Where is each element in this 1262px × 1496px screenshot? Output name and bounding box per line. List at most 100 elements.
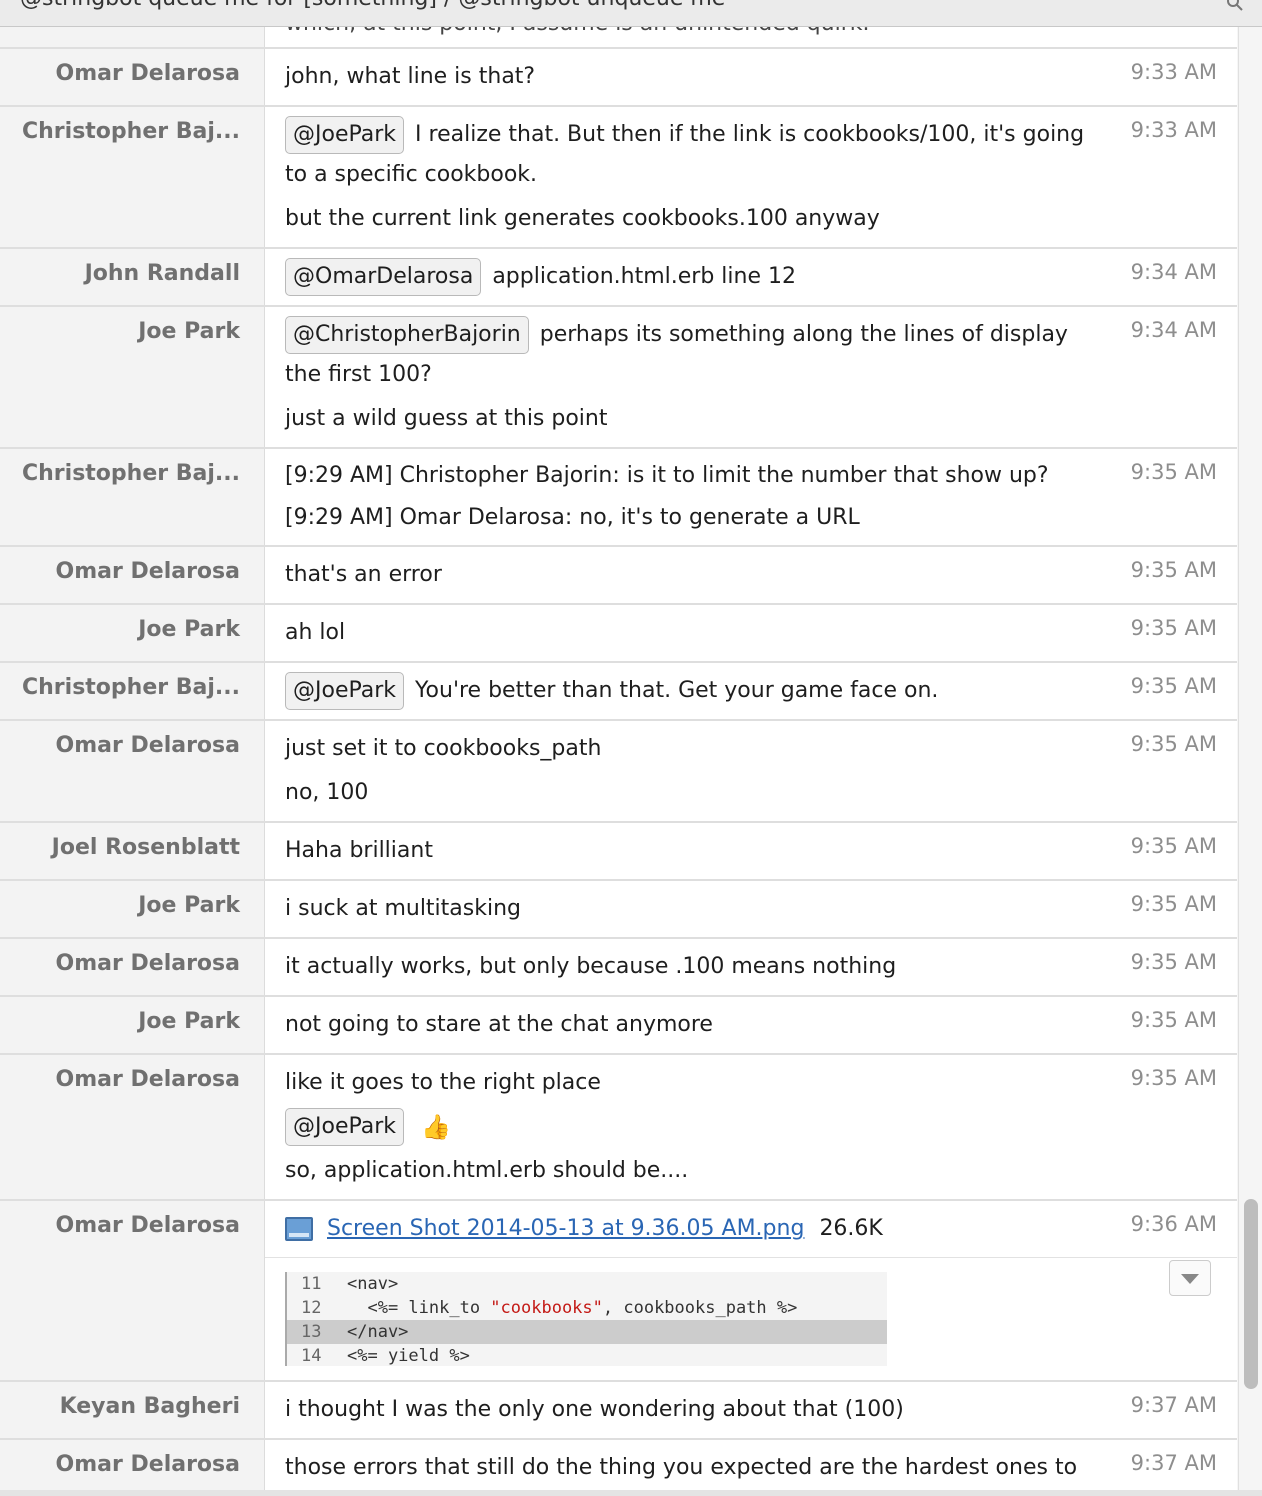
message-time: 9:36 AM [1130, 1212, 1217, 1236]
message-time: 9:35 AM [1130, 892, 1217, 916]
file-attachment: Screen Shot 2014-05-13 at 9.36.05 AM.png… [285, 1209, 1097, 1249]
message-line: it actually works, but only because .100… [285, 947, 1217, 987]
message-author[interactable]: Christopher Baj... [0, 449, 264, 545]
message-author[interactable]: Joel Rosenblatt [0, 823, 264, 879]
message-row: Omar Delarosa it actually works, but only… [0, 939, 1237, 997]
message-line: not going to stare at the chat anymore 9:… [285, 1005, 1217, 1045]
message-line: [9:29 AM] Omar Delarosa: no, it's to gen… [285, 499, 1217, 537]
search-icon[interactable] [1226, 0, 1244, 12]
message-body: @JoePark I realize that. But then if the… [264, 107, 1237, 247]
message-author[interactable]: Omar Delarosa [0, 1201, 264, 1380]
message-author[interactable]: Omar Delarosa [0, 1440, 264, 1496]
message-body: @ChristopherBajorin perhaps its somethin… [264, 307, 1237, 447]
message-time: 9:35 AM [1130, 616, 1217, 640]
code-line-source: <%= link_to "cookbooks", cookbooks_path … [347, 1296, 797, 1320]
message-author[interactable]: Omar Delarosa [0, 721, 264, 821]
message-line: Haha brilliant 9:35 AM [285, 831, 1217, 871]
message-text-container: @ChristopherBajorin perhaps its somethin… [285, 315, 1097, 395]
message-line: i thought I was the only one wondering a… [285, 1390, 1217, 1430]
message-line: those errors that still do the thing you… [285, 1448, 1217, 1496]
code-line-number: 12 [301, 1298, 322, 1318]
code-line-source: </nav> [347, 1320, 408, 1344]
message-author[interactable]: Omar Delarosa [0, 49, 264, 105]
message-row: Joe Park i suck at multitasking 9:35 AM [0, 881, 1237, 939]
message-line: but the current link generates cookbooks… [285, 199, 1217, 239]
message-text: so, application.html.erb should be.... [285, 1158, 689, 1183]
image-file-icon [285, 1217, 313, 1241]
message-time: 9:35 AM [1130, 1008, 1217, 1032]
message-time: 9:35 AM [1130, 460, 1217, 484]
file-preview: 11 <nav> 12 <%= link_to "cookbooks", cookb… [265, 1257, 1237, 1380]
chevron-down-icon[interactable] [1169, 1260, 1211, 1296]
code-text: <nav> [347, 1274, 399, 1294]
message-author[interactable]: Joe Park [0, 997, 264, 1053]
message-author[interactable]: Joe Park [0, 881, 264, 937]
message-author[interactable]: Omar Delarosa [0, 1055, 264, 1199]
message-row: Joe Park @ChristopherBajorin perhaps its … [0, 307, 1237, 449]
scrollbar-thumb[interactable] [1244, 1199, 1258, 1389]
message-text: like it goes to the right place [285, 1070, 601, 1095]
code-line: 12 <%= link_to "cookbooks", cookbooks_pa… [287, 1296, 887, 1320]
message-body: [9:29 AM] Christopher Bajorin: is it to … [264, 449, 1237, 545]
message-body: not going to stare at the chat anymore 9:… [264, 997, 1237, 1053]
message-text-container: [9:29 AM] Omar Delarosa: no, it's to gen… [285, 499, 1217, 537]
user-mention[interactable]: @OmarDelarosa [285, 258, 482, 296]
message-row: John Randall @OmarDelarosa application.ht… [0, 249, 1237, 307]
message-text: I realize that. But then if the link is … [285, 122, 1085, 187]
file-link[interactable]: Screen Shot 2014-05-13 at 9.36.05 AM.png [327, 1216, 804, 1241]
message-text-container: that's an error [285, 555, 1097, 595]
chat-log[interactable]: which, at this point, I assume is an uni… [0, 27, 1237, 1496]
user-mention[interactable]: @ChristopherBajorin [285, 316, 529, 354]
message-text-container: @OmarDelarosa application.html.erb line … [285, 257, 1097, 297]
user-mention[interactable]: @JoePark [285, 116, 405, 154]
message-body: i suck at multitasking 9:35 AM [264, 881, 1237, 937]
message-text: not going to stare at the chat anymore [285, 1012, 713, 1037]
message-body: @JoePark You're better than that. Get yo… [264, 663, 1237, 719]
code-line: 14 <%= yield %> [287, 1344, 887, 1366]
message-text: i suck at multitasking [285, 896, 521, 921]
message-author[interactable]: Christopher Baj... [0, 107, 264, 247]
message-time: 9:35 AM [1130, 732, 1217, 756]
message-line: @JoePark I realize that. But then if the… [285, 115, 1217, 195]
message-row: Omar Delarosa that's an error 9:35 AM [0, 547, 1237, 605]
scrollbar[interactable] [1238, 27, 1262, 1496]
message-text: just a wild guess at this point [285, 406, 608, 431]
message-text-container: so, application.html.erb should be.... [285, 1151, 1217, 1191]
message-author[interactable]: Christopher Baj... [0, 663, 264, 719]
code-preview-image[interactable]: 11 <nav> 12 <%= link_to "cookbooks", cookb… [285, 1272, 887, 1366]
message-text-container: just a wild guess at this point [285, 399, 1217, 439]
code-line-number: 11 [301, 1274, 322, 1294]
message-text: i thought I was the only one wondering a… [285, 1397, 904, 1422]
message-body: Screen Shot 2014-05-13 at 9.36.05 AM.png… [264, 1201, 1237, 1380]
code-line-number: 14 [301, 1346, 322, 1366]
code-text: <%= link_to [347, 1298, 491, 1318]
message-row: Omar Delarosa like it goes to the right p… [0, 1055, 1237, 1201]
user-mention[interactable]: @JoePark [285, 672, 405, 710]
message-body: i thought I was the only one wondering a… [264, 1382, 1237, 1438]
message-line: like it goes to the right place 9:35 AM [285, 1063, 1217, 1103]
message-text-container: [9:29 AM] Christopher Bajorin: is it to … [285, 457, 1097, 495]
message-time: 9:35 AM [1130, 674, 1217, 698]
message-text: [9:29 AM] Omar Delarosa: no, it's to gen… [285, 505, 860, 530]
message-row: Omar Delarosa Screen Shot 2014-05-13 at … [0, 1201, 1237, 1382]
message-author[interactable]: Omar Delarosa [0, 939, 264, 995]
message-author[interactable]: Keyan Bagheri [0, 1382, 264, 1438]
message-body: @OmarDelarosa application.html.erb line … [264, 249, 1237, 305]
message-author[interactable]: Joe Park [0, 307, 264, 447]
message-line: i suck at multitasking 9:35 AM [285, 889, 1217, 929]
code-text: <%= yield %> [347, 1346, 470, 1366]
message-text-container: i suck at multitasking [285, 889, 1097, 929]
message-author[interactable]: Omar Delarosa [0, 547, 264, 603]
message-time: 9:35 AM [1130, 950, 1217, 974]
message-time: 9:35 AM [1130, 834, 1217, 858]
message-author[interactable]: Joe Park [0, 605, 264, 661]
message-time: 9:35 AM [1130, 1066, 1217, 1090]
message-author[interactable]: John Randall [0, 249, 264, 305]
message-line: @ChristopherBajorin perhaps its somethin… [285, 315, 1217, 395]
message-row: Joe Park ah lol 9:35 AM [0, 605, 1237, 663]
message-row: Christopher Baj... @JoePark You're better… [0, 663, 1237, 721]
user-mention[interactable]: @JoePark [285, 1108, 405, 1146]
message-text-container: no, 100 [285, 773, 1217, 813]
message-text-container: john, what line is that? [285, 57, 1097, 97]
message-text-container: not going to stare at the chat anymore [285, 1005, 1097, 1045]
